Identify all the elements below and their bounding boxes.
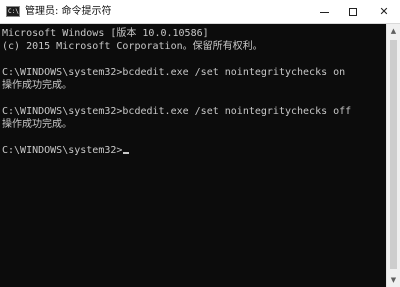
minimize-button[interactable] [309, 0, 339, 24]
close-icon: ✕ [379, 5, 389, 18]
close-button[interactable]: ✕ [369, 0, 399, 24]
command-prompt-window: C:\ 管理员: 命令提示符 ✕ Microsoft Windows [版本 1… [0, 0, 400, 287]
scroll-down-arrow-icon[interactable]: ▼ [387, 273, 400, 287]
console-line-result-off: 操作成功完成。 [2, 119, 72, 130]
text-cursor [123, 152, 130, 154]
maximize-icon [349, 8, 357, 16]
maximize-button[interactable] [338, 0, 368, 24]
minimize-icon [319, 11, 329, 13]
console-line-version: Microsoft Windows [版本 10.0.10586] [2, 28, 209, 39]
console-line-copyright: (c) 2015 Microsoft Corporation。保留所有权利。 [2, 41, 263, 52]
scroll-up-arrow-icon[interactable]: ▲ [387, 24, 400, 38]
console-line-command-off: C:\WINDOWS\system32>bcdedit.exe /set noi… [2, 106, 352, 117]
window-title: 管理员: 命令提示符 [25, 6, 112, 17]
console-line-result-on: 操作成功完成。 [2, 80, 72, 91]
cmd-app-icon[interactable]: C:\ [6, 6, 20, 17]
title-bar[interactable]: C:\ 管理员: 命令提示符 ✕ [0, 0, 400, 24]
console-prompt: C:\WINDOWS\system32> [2, 145, 123, 156]
console-prompt-line[interactable]: C:\WINDOWS\system32> [2, 144, 130, 157]
scroll-thumb[interactable] [390, 40, 397, 269]
vertical-scrollbar[interactable]: ▲ ▼ [386, 24, 400, 287]
console-output[interactable]: Microsoft Windows [版本 10.0.10586] (c) 20… [0, 24, 386, 287]
console-line-command-on: C:\WINDOWS\system32>bcdedit.exe /set noi… [2, 67, 346, 78]
